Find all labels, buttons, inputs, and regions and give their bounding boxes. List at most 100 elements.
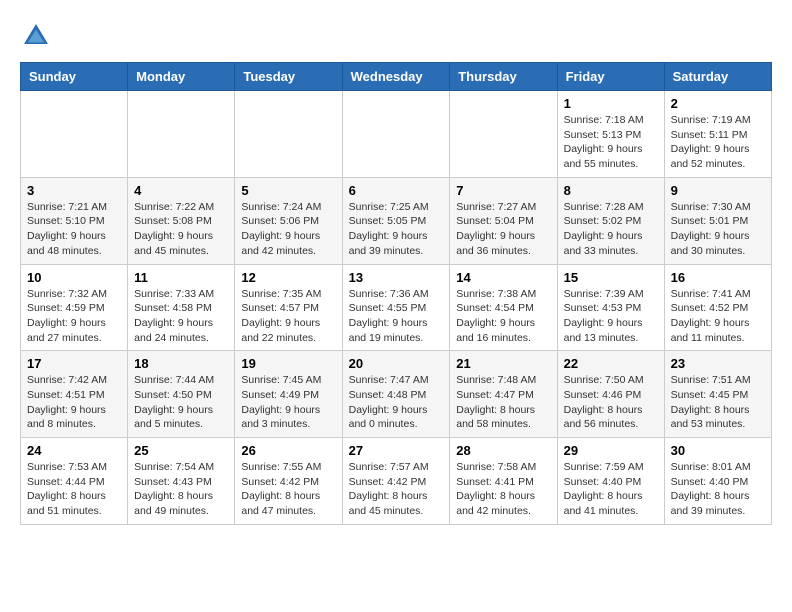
- day-info: Sunrise: 7:44 AM Sunset: 4:50 PM Dayligh…: [134, 373, 228, 432]
- column-header-monday: Monday: [128, 63, 235, 91]
- day-info: Sunrise: 7:41 AM Sunset: 4:52 PM Dayligh…: [671, 287, 765, 346]
- column-header-saturday: Saturday: [664, 63, 771, 91]
- column-header-thursday: Thursday: [450, 63, 557, 91]
- calendar: SundayMondayTuesdayWednesdayThursdayFrid…: [20, 62, 772, 525]
- day-number: 14: [456, 270, 550, 285]
- day-number: 29: [564, 443, 658, 458]
- logo-icon: [20, 20, 52, 52]
- day-cell: 10 Sunrise: 7:32 AM Sunset: 4:59 PM Dayli…: [21, 264, 128, 351]
- day-cell: 7Sunrise: 7:27 AM Sunset: 5:04 PM Daylig…: [450, 177, 557, 264]
- day-info: Sunrise: 7:19 AM Sunset: 5:11 PM Dayligh…: [671, 113, 765, 172]
- day-number: 1: [564, 96, 658, 111]
- day-cell: 11 Sunrise: 7:33 AM Sunset: 4:58 PM Dayli…: [128, 264, 235, 351]
- day-info: Sunrise: 7:48 AM Sunset: 4:47 PM Dayligh…: [456, 373, 550, 432]
- day-info: Sunrise: 7:53 AM Sunset: 4:44 PM Dayligh…: [27, 460, 121, 519]
- day-number: 8: [564, 183, 658, 198]
- day-cell: 18 Sunrise: 7:44 AM Sunset: 4:50 PM Dayli…: [128, 351, 235, 438]
- day-number: 20: [349, 356, 444, 371]
- day-info: Sunrise: 7:47 AM Sunset: 4:48 PM Dayligh…: [349, 373, 444, 432]
- day-info: Sunrise: 8:01 AM Sunset: 4:40 PM Dayligh…: [671, 460, 765, 519]
- week-row-2: 3 Sunrise: 7:21 AM Sunset: 5:10 PM Daylig…: [21, 177, 772, 264]
- day-number: 23: [671, 356, 765, 371]
- day-cell: 13Sunrise: 7:36 AM Sunset: 4:55 PM Dayli…: [342, 264, 450, 351]
- day-cell: 26 Sunrise: 7:55 AM Sunset: 4:42 PM Dayli…: [235, 438, 342, 525]
- week-row-1: 1Sunrise: 7:18 AM Sunset: 5:13 PM Daylig…: [21, 91, 772, 178]
- day-cell: [21, 91, 128, 178]
- day-cell: 21 Sunrise: 7:48 AM Sunset: 4:47 PM Dayli…: [450, 351, 557, 438]
- day-info: Sunrise: 7:21 AM Sunset: 5:10 PM Dayligh…: [27, 200, 121, 259]
- day-number: 13: [349, 270, 444, 285]
- day-cell: 12 Sunrise: 7:35 AM Sunset: 4:57 PM Dayli…: [235, 264, 342, 351]
- column-header-tuesday: Tuesday: [235, 63, 342, 91]
- day-cell: 28 Sunrise: 7:58 AM Sunset: 4:41 PM Dayli…: [450, 438, 557, 525]
- day-number: 9: [671, 183, 765, 198]
- day-cell: 6Sunrise: 7:25 AM Sunset: 5:05 PM Daylig…: [342, 177, 450, 264]
- day-cell: 17Sunrise: 7:42 AM Sunset: 4:51 PM Dayli…: [21, 351, 128, 438]
- day-info: Sunrise: 7:39 AM Sunset: 4:53 PM Dayligh…: [564, 287, 658, 346]
- day-cell: 29 Sunrise: 7:59 AM Sunset: 4:40 PM Dayli…: [557, 438, 664, 525]
- day-number: 11: [134, 270, 228, 285]
- day-number: 28: [456, 443, 550, 458]
- day-info: Sunrise: 7:22 AM Sunset: 5:08 PM Dayligh…: [134, 200, 228, 259]
- day-info: Sunrise: 7:33 AM Sunset: 4:58 PM Dayligh…: [134, 287, 228, 346]
- day-info: Sunrise: 7:58 AM Sunset: 4:41 PM Dayligh…: [456, 460, 550, 519]
- page-header: [20, 20, 772, 52]
- column-header-wednesday: Wednesday: [342, 63, 450, 91]
- day-info: Sunrise: 7:51 AM Sunset: 4:45 PM Dayligh…: [671, 373, 765, 432]
- day-info: Sunrise: 7:45 AM Sunset: 4:49 PM Dayligh…: [241, 373, 335, 432]
- day-info: Sunrise: 7:38 AM Sunset: 4:54 PM Dayligh…: [456, 287, 550, 346]
- day-cell: 5Sunrise: 7:24 AM Sunset: 5:06 PM Daylig…: [235, 177, 342, 264]
- day-info: Sunrise: 7:42 AM Sunset: 4:51 PM Dayligh…: [27, 373, 121, 432]
- day-info: Sunrise: 7:35 AM Sunset: 4:57 PM Dayligh…: [241, 287, 335, 346]
- day-info: Sunrise: 7:50 AM Sunset: 4:46 PM Dayligh…: [564, 373, 658, 432]
- day-cell: [342, 91, 450, 178]
- day-number: 3: [27, 183, 121, 198]
- day-cell: 25Sunrise: 7:54 AM Sunset: 4:43 PM Dayli…: [128, 438, 235, 525]
- day-cell: 30Sunrise: 8:01 AM Sunset: 4:40 PM Dayli…: [664, 438, 771, 525]
- day-number: 27: [349, 443, 444, 458]
- day-number: 4: [134, 183, 228, 198]
- day-number: 5: [241, 183, 335, 198]
- day-info: Sunrise: 7:30 AM Sunset: 5:01 PM Dayligh…: [671, 200, 765, 259]
- day-number: 21: [456, 356, 550, 371]
- day-cell: 24 Sunrise: 7:53 AM Sunset: 4:44 PM Dayli…: [21, 438, 128, 525]
- day-cell: 16 Sunrise: 7:41 AM Sunset: 4:52 PM Dayli…: [664, 264, 771, 351]
- calendar-header-row: SundayMondayTuesdayWednesdayThursdayFrid…: [21, 63, 772, 91]
- day-cell: [450, 91, 557, 178]
- week-row-4: 17Sunrise: 7:42 AM Sunset: 4:51 PM Dayli…: [21, 351, 772, 438]
- day-number: 12: [241, 270, 335, 285]
- day-cell: 19 Sunrise: 7:45 AM Sunset: 4:49 PM Dayli…: [235, 351, 342, 438]
- day-number: 16: [671, 270, 765, 285]
- day-info: Sunrise: 7:32 AM Sunset: 4:59 PM Dayligh…: [27, 287, 121, 346]
- day-number: 10: [27, 270, 121, 285]
- day-cell: [235, 91, 342, 178]
- day-cell: 22 Sunrise: 7:50 AM Sunset: 4:46 PM Dayli…: [557, 351, 664, 438]
- column-header-sunday: Sunday: [21, 63, 128, 91]
- day-info: Sunrise: 7:54 AM Sunset: 4:43 PM Dayligh…: [134, 460, 228, 519]
- day-info: Sunrise: 7:57 AM Sunset: 4:42 PM Dayligh…: [349, 460, 444, 519]
- day-info: Sunrise: 7:55 AM Sunset: 4:42 PM Dayligh…: [241, 460, 335, 519]
- day-cell: 20 Sunrise: 7:47 AM Sunset: 4:48 PM Dayli…: [342, 351, 450, 438]
- logo: [20, 20, 58, 52]
- day-number: 26: [241, 443, 335, 458]
- day-number: 19: [241, 356, 335, 371]
- day-number: 18: [134, 356, 228, 371]
- day-number: 15: [564, 270, 658, 285]
- day-cell: 2 Sunrise: 7:19 AM Sunset: 5:11 PM Daylig…: [664, 91, 771, 178]
- day-info: Sunrise: 7:28 AM Sunset: 5:02 PM Dayligh…: [564, 200, 658, 259]
- day-info: Sunrise: 7:59 AM Sunset: 4:40 PM Dayligh…: [564, 460, 658, 519]
- day-cell: 27 Sunrise: 7:57 AM Sunset: 4:42 PM Dayli…: [342, 438, 450, 525]
- day-number: 22: [564, 356, 658, 371]
- day-cell: 3 Sunrise: 7:21 AM Sunset: 5:10 PM Daylig…: [21, 177, 128, 264]
- day-cell: 23 Sunrise: 7:51 AM Sunset: 4:45 PM Dayli…: [664, 351, 771, 438]
- day-cell: 9 Sunrise: 7:30 AM Sunset: 5:01 PM Daylig…: [664, 177, 771, 264]
- day-number: 24: [27, 443, 121, 458]
- day-cell: 14 Sunrise: 7:38 AM Sunset: 4:54 PM Dayli…: [450, 264, 557, 351]
- day-number: 2: [671, 96, 765, 111]
- day-cell: [128, 91, 235, 178]
- day-info: Sunrise: 7:27 AM Sunset: 5:04 PM Dayligh…: [456, 200, 550, 259]
- week-row-5: 24 Sunrise: 7:53 AM Sunset: 4:44 PM Dayli…: [21, 438, 772, 525]
- week-row-3: 10 Sunrise: 7:32 AM Sunset: 4:59 PM Dayli…: [21, 264, 772, 351]
- day-cell: 4 Sunrise: 7:22 AM Sunset: 5:08 PM Daylig…: [128, 177, 235, 264]
- day-cell: 8 Sunrise: 7:28 AM Sunset: 5:02 PM Daylig…: [557, 177, 664, 264]
